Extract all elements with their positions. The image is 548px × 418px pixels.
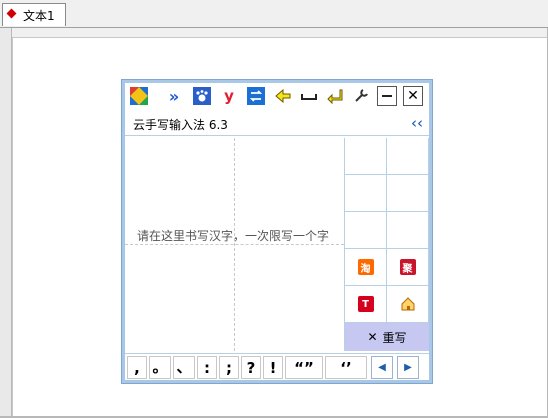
candidate-cell[interactable]: [387, 138, 429, 175]
back-arrow-icon[interactable]: [273, 86, 293, 106]
rewrite-button[interactable]: ✕ 重写: [345, 323, 429, 351]
home-shortcut[interactable]: [387, 286, 429, 323]
rewrite-label: 重写: [382, 330, 407, 345]
collapse-icon[interactable]: ‹‹: [411, 114, 423, 132]
switch-icon[interactable]: [246, 86, 266, 106]
candidate-cell[interactable]: [387, 212, 429, 249]
editor-gutter: [0, 28, 12, 418]
punct-key[interactable]: ;: [219, 356, 239, 379]
youdao-icon[interactable]: y: [219, 86, 239, 106]
handwriting-panel-inner: » y ✕ 云手写输入法 6.3 ‹‹ 请在这里书写汉字，一次限写一个字 淘 聚…: [125, 83, 429, 380]
rewrite-icon: ✕: [367, 330, 378, 344]
prev-page-icon[interactable]: ◀: [371, 356, 393, 379]
app-logo-icon[interactable]: [129, 86, 149, 106]
juhuasuan-icon: 聚: [399, 259, 416, 275]
title-row: 云手写输入法 6.3 ‹‹: [125, 113, 429, 136]
taobao-shortcut[interactable]: 淘: [345, 249, 387, 286]
punctuation-row: , 。 、 : ; ? ! “” ‘’ ◀ ▶: [125, 353, 429, 381]
wrench-icon[interactable]: [351, 86, 371, 106]
candidate-cell[interactable]: [345, 175, 387, 212]
punct-key[interactable]: !: [263, 356, 283, 379]
close-icon[interactable]: ✕: [403, 86, 423, 106]
tmall-shortcut[interactable]: T: [345, 286, 387, 323]
candidate-cell[interactable]: [345, 212, 387, 249]
punct-key[interactable]: ‘’: [325, 356, 367, 379]
writing-area[interactable]: 请在这里书写汉字，一次限写一个字: [125, 138, 345, 351]
minimize-icon[interactable]: [377, 86, 397, 106]
handwriting-panel: » y ✕ 云手写输入法 6.3 ‹‹ 请在这里书写汉字，一次限写一个字 淘 聚…: [121, 79, 433, 384]
tab-document[interactable]: 文本1: [2, 3, 66, 26]
candidate-cell[interactable]: [345, 138, 387, 175]
guide-line-horizontal: [125, 244, 344, 245]
punct-key[interactable]: ?: [241, 356, 261, 379]
candidate-cell[interactable]: [387, 175, 429, 212]
baidu-paw-icon[interactable]: [192, 86, 212, 106]
next-page-icon[interactable]: ▶: [397, 356, 419, 379]
candidate-grid: 淘 聚 T: [345, 138, 429, 351]
punct-key[interactable]: 、: [173, 356, 195, 379]
enter-icon[interactable]: [325, 86, 345, 106]
writing-hint: 请在这里书写汉字，一次限写一个字: [137, 229, 330, 243]
juhuasuan-shortcut[interactable]: 聚: [387, 249, 429, 286]
tmall-icon: T: [357, 296, 374, 312]
home-icon: [401, 297, 414, 311]
taobao-icon: 淘: [357, 259, 374, 275]
punct-key[interactable]: :: [197, 356, 217, 379]
document-icon: [6, 8, 17, 19]
forward-icon[interactable]: »: [164, 86, 184, 106]
tab-label: 文本1: [23, 9, 55, 23]
punct-key[interactable]: “”: [285, 356, 323, 379]
tab-bar: 文本1: [0, 0, 548, 28]
app-title: 云手写输入法 6.3: [133, 118, 228, 132]
space-icon[interactable]: [299, 86, 319, 106]
punct-key[interactable]: ,: [127, 356, 147, 379]
punct-key[interactable]: 。: [149, 356, 171, 379]
toolbar: » y ✕: [125, 83, 429, 111]
